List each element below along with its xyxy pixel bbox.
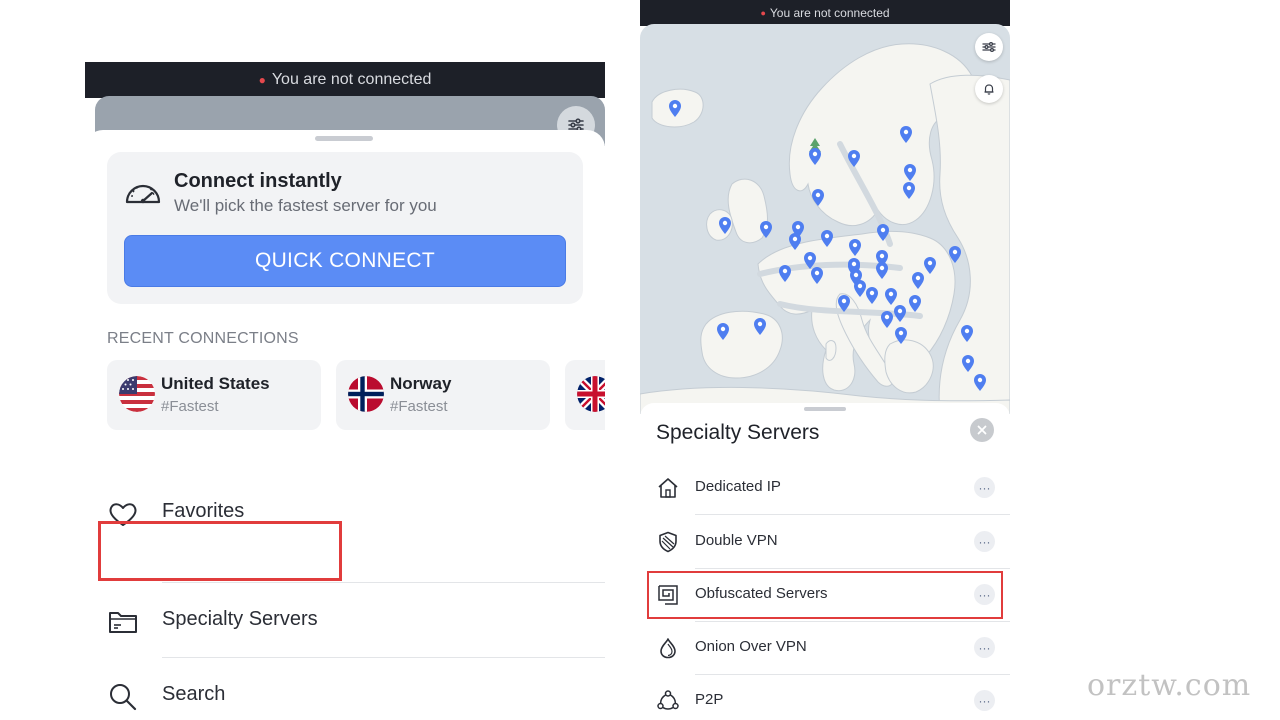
recent-connection-partial[interactable] bbox=[565, 360, 605, 430]
sheet-title: Specialty Servers bbox=[656, 421, 820, 444]
recent-connection-norway[interactable]: Norway #Fastest bbox=[336, 360, 550, 430]
recent-country-tag: #Fastest bbox=[161, 398, 219, 415]
europe-map bbox=[640, 43, 1010, 414]
menu-divider bbox=[162, 657, 605, 658]
menu-divider bbox=[162, 582, 605, 583]
watermark-text: orztw.com bbox=[1087, 668, 1252, 703]
specialty-item-dedicated-ip[interactable]: Dedicated IP ··· bbox=[640, 461, 1010, 514]
home-bottom-sheet: Connect instantly We'll pick the fastest… bbox=[85, 130, 605, 720]
server-map[interactable] bbox=[640, 24, 1010, 414]
p2p-icon bbox=[657, 690, 679, 710]
iberia-shape bbox=[700, 310, 783, 379]
menu-item-search[interactable]: Search bbox=[85, 659, 605, 720]
highlight-box-obfuscated-servers bbox=[647, 571, 1003, 619]
speedometer-icon bbox=[125, 184, 161, 204]
specialty-item-p2p[interactable]: P2P ··· bbox=[640, 674, 1010, 720]
close-button[interactable] bbox=[970, 418, 994, 442]
more-options-button[interactable]: ··· bbox=[974, 531, 995, 552]
recent-country-name: United States bbox=[161, 374, 270, 393]
us-flag-icon bbox=[119, 376, 155, 412]
menu-label-favorites: Favorites bbox=[162, 500, 245, 522]
norway-flag-icon bbox=[348, 376, 384, 412]
bell-icon bbox=[984, 84, 994, 95]
close-icon bbox=[977, 425, 987, 435]
recent-country-name: Norway bbox=[390, 374, 452, 393]
menu-label-search: Search bbox=[162, 683, 226, 705]
more-options-button[interactable]: ··· bbox=[974, 637, 995, 658]
connection-status-text: You are not connected bbox=[769, 6, 890, 20]
home-icon bbox=[658, 478, 678, 498]
map-filter-button[interactable] bbox=[975, 33, 1003, 61]
specialty-label: P2P bbox=[695, 691, 724, 708]
search-icon bbox=[110, 684, 137, 711]
menu-label-specialty-servers: Specialty Servers bbox=[162, 608, 318, 630]
status-dot-icon: ● bbox=[760, 8, 766, 18]
specialty-item-double-vpn[interactable]: Double VPN ··· bbox=[640, 515, 1010, 568]
uk-flag-icon bbox=[577, 376, 605, 412]
recent-country-tag: #Fastest bbox=[390, 398, 448, 415]
status-dot-icon: ● bbox=[258, 73, 266, 87]
notifications-button[interactable] bbox=[975, 75, 1003, 103]
shield-icon bbox=[659, 531, 677, 553]
folder-icon bbox=[109, 612, 137, 633]
specialty-label: Onion Over VPN bbox=[695, 638, 807, 655]
connect-instantly-card: Connect instantly We'll pick the fastest… bbox=[107, 152, 583, 304]
sheet-grabber[interactable] bbox=[315, 136, 373, 141]
highlight-box-specialty-servers bbox=[98, 521, 342, 581]
connection-status-bar: ● You are not connected bbox=[85, 62, 605, 98]
connection-status-bar: ● You are not connected bbox=[640, 0, 1010, 26]
specialty-servers-sheet: Specialty Servers Dedicated IP ··· Doubl… bbox=[640, 403, 1010, 720]
sheet-grabber[interactable] bbox=[804, 407, 846, 411]
specialty-label: Dedicated IP bbox=[695, 478, 781, 495]
left-phone-screen: ● You are not connected Connect instantl… bbox=[85, 62, 605, 720]
great-britain-shape bbox=[727, 178, 768, 244]
specialty-label: Double VPN bbox=[695, 532, 778, 549]
recent-connection-united-states[interactable]: United States #Fastest bbox=[107, 360, 321, 430]
quick-connect-button[interactable]: QUICK CONNECT bbox=[124, 235, 566, 287]
recent-connections-heading: RECENT CONNECTIONS bbox=[107, 330, 299, 347]
connect-instantly-title: Connect instantly bbox=[174, 170, 342, 192]
sliders-icon bbox=[982, 41, 996, 53]
greece-shape bbox=[884, 339, 934, 394]
menu-item-specialty-servers[interactable]: Specialty Servers bbox=[85, 584, 605, 658]
connection-status-text: You are not connected bbox=[271, 71, 432, 88]
more-options-button[interactable]: ··· bbox=[974, 690, 995, 711]
more-options-button[interactable]: ··· bbox=[974, 477, 995, 498]
onion-icon bbox=[660, 638, 676, 659]
connect-instantly-subtitle: We'll pick the fastest server for you bbox=[174, 196, 437, 215]
specialty-item-onion-over-vpn[interactable]: Onion Over VPN ··· bbox=[640, 621, 1010, 674]
